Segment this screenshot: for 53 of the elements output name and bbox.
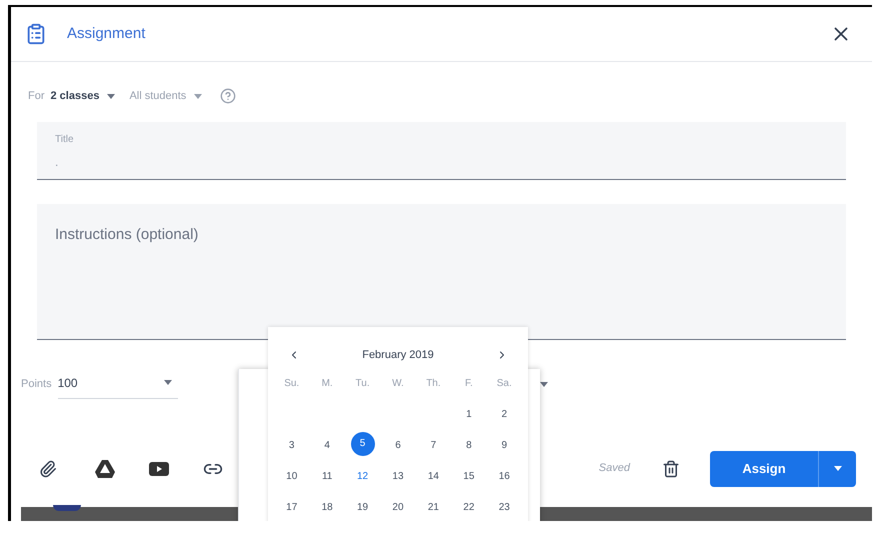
dialog-title: Assignment (67, 24, 146, 44)
field-value: . (55, 154, 60, 170)
calendar-day[interactable]: 7 (430, 438, 436, 452)
month-label: February 2019 (362, 348, 434, 363)
calendar-day[interactable]: 8 (466, 438, 472, 452)
triangle-icon[interactable] (95, 460, 115, 478)
calendar-day[interactable]: 20 (392, 500, 404, 514)
saved-status: Saved (598, 461, 630, 476)
dropdown-arrow-icon (194, 94, 202, 99)
dropdown-arrow-icon (834, 466, 842, 471)
calendar-day[interactable]: 11 (322, 468, 332, 484)
dropdown-arrow-icon (107, 94, 116, 99)
calendar-day[interactable]: 1 (466, 406, 472, 422)
calendar-day[interactable]: 5 (350, 432, 375, 456)
weekday-label: Tu. (354, 376, 371, 390)
help-icon[interactable] (220, 88, 236, 104)
calendar-day[interactable]: 12 (357, 468, 368, 484)
trash-icon[interactable] (662, 460, 680, 478)
weekday-label: Sa. (496, 376, 513, 390)
classes-dropdown[interactable]: 2 classes (50, 88, 116, 104)
field-label: Title (55, 132, 75, 146)
calendar-day[interactable]: 9 (501, 438, 508, 452)
calendar-day[interactable]: 4 (324, 438, 330, 452)
weekday-label: M. (320, 376, 334, 390)
calendar-day[interactable]: 16 (498, 468, 510, 484)
instructions-field[interactable]: Instructions (optional) (37, 204, 846, 340)
paperclip-icon[interactable] (39, 460, 57, 478)
weekday-label: F. (464, 376, 474, 390)
weekday-label: Su. (283, 376, 300, 390)
calendar-day[interactable]: 13 (392, 468, 404, 484)
calendar-day[interactable]: 15 (463, 468, 474, 484)
calendar-day[interactable]: 14 (428, 468, 439, 484)
topic-dropdown-arrow-icon (540, 382, 548, 386)
calendar-day[interactable]: 17 (286, 500, 298, 514)
calendar-day[interactable]: 19 (357, 500, 368, 514)
clipboard-icon (25, 23, 47, 45)
calendar-day[interactable]: 22 (463, 500, 474, 514)
calendar-day[interactable]: 10 (286, 468, 298, 484)
calendar-day[interactable]: 6 (395, 438, 401, 452)
calendar-day[interactable]: 21 (428, 500, 439, 514)
assign-menu-button[interactable] (818, 450, 856, 486)
weekday-label: W. (391, 376, 405, 390)
for-label: For (28, 89, 44, 104)
weekday-label: Th. (425, 376, 442, 390)
calendar-day[interactable]: 23 (498, 500, 510, 514)
calendar-day[interactable]: 3 (288, 438, 294, 452)
points-label: Points (21, 376, 52, 392)
assign-button[interactable]: Assign (710, 450, 818, 486)
calendar-day[interactable]: 18 (322, 500, 333, 514)
video-icon[interactable] (149, 462, 169, 476)
dropdown-arrow-icon (164, 380, 172, 385)
points-field[interactable]: 100 (58, 370, 178, 398)
calendar-day[interactable]: 2 (501, 406, 508, 422)
